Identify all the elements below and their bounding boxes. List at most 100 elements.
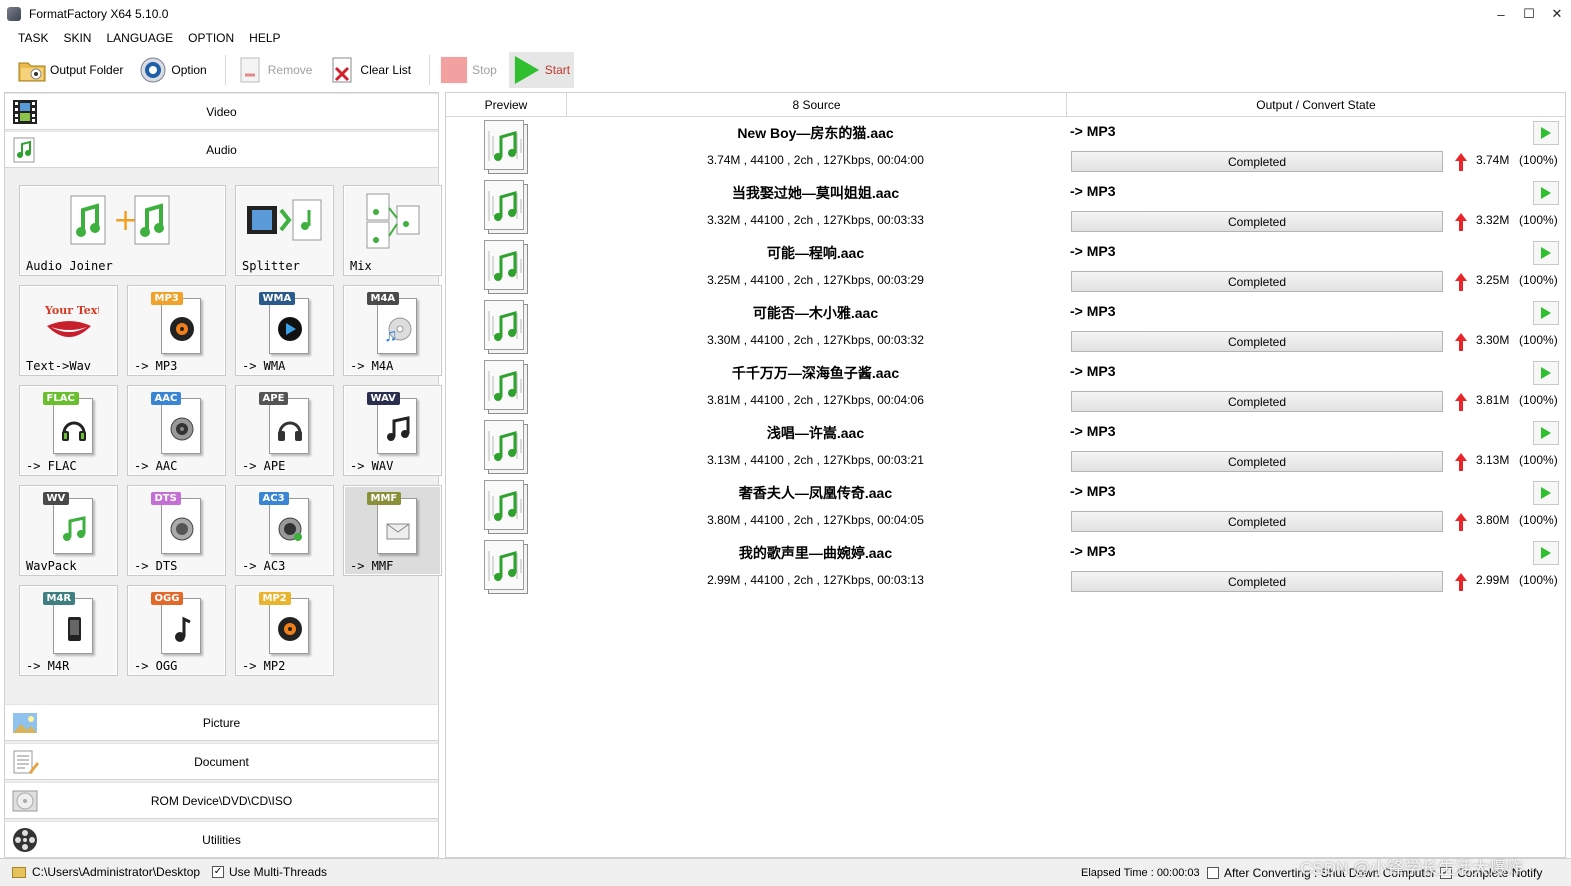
category-rom[interactable]: ROM Device\DVD\CD\ISO bbox=[5, 782, 438, 819]
category-audio[interactable]: Audio bbox=[5, 131, 438, 168]
menu-skin[interactable]: SKIN bbox=[63, 31, 91, 45]
category-picture-label: Picture bbox=[202, 715, 241, 730]
play-icon bbox=[513, 56, 541, 84]
stop-label: Stop bbox=[472, 63, 497, 77]
mp3-tile[interactable]: MP3 -> MP3 bbox=[127, 285, 226, 376]
play-output-button[interactable] bbox=[1533, 361, 1559, 385]
task-row[interactable]: 我的歌声里—曲婉婷.aac 2.99M , 44100 , 2ch , 127K… bbox=[446, 538, 1565, 598]
mp2-format-icon: MP2 bbox=[236, 592, 333, 660]
ogg-card: OGG bbox=[150, 592, 203, 656]
play-output-button[interactable] bbox=[1533, 181, 1559, 205]
start-label: Start bbox=[544, 63, 571, 77]
output-percent: (100%) bbox=[1519, 513, 1558, 527]
wav-tile[interactable]: WAV -> WAV bbox=[343, 385, 442, 476]
aac-tile[interactable]: AAC -> AAC bbox=[127, 385, 226, 476]
ape-label: -> APE bbox=[242, 459, 286, 473]
maximize-button[interactable]: ☐ bbox=[1515, 0, 1543, 28]
clear-list-button[interactable]: Clear List bbox=[324, 52, 415, 88]
flac-label: -> FLAC bbox=[26, 459, 77, 473]
m4r-tag: M4R bbox=[42, 592, 76, 605]
title-bar: FormatFactory X64 5.10.0 – ☐ ✕ bbox=[0, 0, 1571, 28]
wavpack-tile[interactable]: WV WavPack bbox=[19, 485, 118, 576]
play-icon bbox=[1541, 307, 1551, 319]
aac-format-icon: AAC bbox=[128, 392, 225, 460]
task-row[interactable]: 奢香夫人—凤凰传奇.aac 3.80M , 44100 , 2ch , 127K… bbox=[446, 478, 1565, 538]
lips-icon: Your Text bbox=[20, 292, 117, 360]
output-path-label: C:\Users\Administrator\Desktop bbox=[32, 865, 201, 879]
output-size: 3.80M bbox=[1476, 513, 1510, 527]
output-format: -> MP3 bbox=[1070, 363, 1116, 379]
source-file-info: 3.80M , 44100 , 2ch , 127Kbps, 00:04:05 bbox=[707, 513, 924, 527]
mp2-tile[interactable]: MP2 -> MP2 bbox=[235, 585, 334, 676]
ac3-tile[interactable]: AC3 -> AC3 bbox=[235, 485, 334, 576]
multi-threads-checkbox[interactable]: ✓ Use Multi-Threads bbox=[212, 865, 327, 879]
play-output-button[interactable] bbox=[1533, 541, 1559, 565]
wma-tag: WMA bbox=[258, 292, 296, 305]
menu-option[interactable]: OPTION bbox=[188, 31, 234, 45]
flac-tile[interactable]: FLAC -> FLAC bbox=[19, 385, 118, 476]
task-row[interactable]: 当我娶过她—莫叫姐姐.aac 3.32M , 44100 , 2ch , 127… bbox=[446, 178, 1565, 238]
menu-help[interactable]: HELP bbox=[249, 31, 280, 45]
text-to-wav-tile[interactable]: Your Text Text->Wav bbox=[19, 285, 118, 376]
category-picture[interactable]: Picture bbox=[5, 704, 438, 741]
play-output-button[interactable] bbox=[1533, 301, 1559, 325]
splitter-tile[interactable]: Splitter bbox=[235, 185, 334, 276]
task-row[interactable]: New Boy—房东的猫.aac 3.74M , 44100 , 2ch , 1… bbox=[446, 118, 1565, 178]
note-icon bbox=[168, 614, 196, 644]
mix-label: Mix bbox=[350, 259, 372, 273]
convert-state: Completed bbox=[1227, 574, 1287, 589]
mix-tile[interactable]: Mix bbox=[343, 185, 442, 276]
close-button[interactable]: ✕ bbox=[1543, 0, 1571, 28]
convert-state: Completed bbox=[1227, 514, 1287, 529]
up-arrow-icon bbox=[1454, 212, 1468, 232]
play-output-button[interactable] bbox=[1533, 241, 1559, 265]
ape-tile[interactable]: APE -> APE bbox=[235, 385, 334, 476]
ogg-tile[interactable]: OGG -> OGG bbox=[127, 585, 226, 676]
output-format: -> MP3 bbox=[1070, 243, 1116, 259]
flac-format-icon: FLAC bbox=[20, 392, 117, 460]
m4r-tile[interactable]: M4R -> M4R bbox=[19, 585, 118, 676]
remove-button[interactable]: Remove bbox=[232, 52, 317, 88]
convert-state: Completed bbox=[1227, 154, 1287, 169]
mp2-label: -> MP2 bbox=[242, 659, 286, 673]
category-video[interactable]: Video bbox=[5, 93, 438, 130]
output-path[interactable]: C:\Users\Administrator\Desktop bbox=[12, 865, 200, 879]
stop-button[interactable]: Stop bbox=[436, 52, 501, 88]
menu-language[interactable]: LANGUAGE bbox=[106, 31, 173, 45]
dts-tile[interactable]: DTS -> DTS bbox=[127, 485, 226, 576]
play-output-button[interactable] bbox=[1533, 421, 1559, 445]
mmf-label: -> MMF bbox=[350, 559, 394, 573]
task-row[interactable]: 可能—程响.aac 3.25M , 44100 , 2ch , 127Kbps,… bbox=[446, 238, 1565, 298]
audio-joiner-tile[interactable]: + Audio Joiner bbox=[19, 185, 226, 276]
task-row[interactable]: 千千万万—深海鱼子酱.aac 3.81M , 44100 , 2ch , 127… bbox=[446, 358, 1565, 418]
output-size: 3.81M bbox=[1476, 393, 1510, 407]
clear-list-icon bbox=[328, 56, 356, 84]
play-output-button[interactable] bbox=[1533, 481, 1559, 505]
wavpack-label: WavPack bbox=[26, 559, 77, 573]
picture-icon bbox=[11, 709, 39, 737]
column-source[interactable]: 8 Source bbox=[567, 93, 1067, 117]
task-row[interactable]: 可能否—木小雅.aac 3.30M , 44100 , 2ch , 127Kbp… bbox=[446, 298, 1565, 358]
svg-text:Your Text: Your Text bbox=[44, 304, 99, 317]
category-document[interactable]: Document bbox=[5, 743, 438, 780]
column-output[interactable]: Output / Convert State bbox=[1067, 93, 1565, 117]
wma-tile[interactable]: WMA -> WMA bbox=[235, 285, 334, 376]
music-note-icon bbox=[11, 136, 39, 164]
category-utilities[interactable]: Utilities bbox=[5, 821, 438, 858]
aac-label: -> AAC bbox=[134, 459, 178, 473]
column-preview[interactable]: Preview bbox=[446, 93, 567, 117]
start-button[interactable]: Start bbox=[508, 52, 575, 88]
watermark: CSDN @小锋学长生活大爆炸 bbox=[1300, 859, 1524, 878]
output-folder-button[interactable]: Output Folder bbox=[14, 52, 127, 88]
convert-progress-bar: Completed bbox=[1071, 151, 1443, 172]
mix-icon bbox=[344, 192, 441, 260]
minimize-button[interactable]: – bbox=[1487, 0, 1515, 28]
option-button[interactable]: Option bbox=[135, 52, 210, 88]
mmf-tile[interactable]: MMF -> MMF bbox=[343, 485, 442, 576]
m4a-tile[interactable]: M4A ♫ -> M4A bbox=[343, 285, 442, 376]
task-list-panel: Preview 8 Source Output / Convert State … bbox=[445, 92, 1566, 858]
task-row[interactable]: 浅唱—许嵩.aac 3.13M , 44100 , 2ch , 127Kbps,… bbox=[446, 418, 1565, 478]
menu-task[interactable]: TASK bbox=[18, 31, 48, 45]
category-video-label: Video bbox=[206, 104, 237, 119]
play-output-button[interactable] bbox=[1533, 121, 1559, 145]
